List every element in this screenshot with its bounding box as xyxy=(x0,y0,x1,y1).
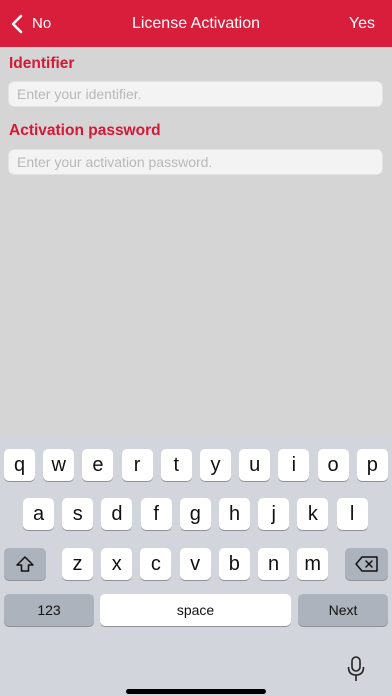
key-e[interactable]: e xyxy=(82,449,114,481)
delete-key[interactable] xyxy=(345,548,388,580)
key-z[interactable]: z xyxy=(62,548,93,580)
key-j[interactable]: j xyxy=(258,498,290,530)
home-indicator xyxy=(126,689,266,694)
confirm-button[interactable]: Yes xyxy=(349,0,375,47)
back-button-label: No xyxy=(32,15,52,32)
key-u[interactable]: u xyxy=(239,449,271,481)
page-title: License Activation xyxy=(131,15,261,32)
key-h[interactable]: h xyxy=(219,498,250,530)
key-s[interactable]: s xyxy=(62,498,94,530)
activation-password-label: Activation password xyxy=(9,122,161,139)
backspace-icon xyxy=(354,556,378,572)
key-v[interactable]: v xyxy=(179,548,211,580)
navigation-bar: No License Activation Yes xyxy=(0,0,392,47)
key-x[interactable]: x xyxy=(101,548,133,580)
key-o[interactable]: o xyxy=(317,449,349,481)
key-c[interactable]: c xyxy=(140,548,172,580)
key-m[interactable]: m xyxy=(297,548,329,580)
key-k[interactable]: k xyxy=(297,498,329,530)
key-t[interactable]: t xyxy=(160,449,192,481)
key-p[interactable]: p xyxy=(356,449,388,481)
key-q[interactable]: q xyxy=(4,449,35,481)
numbers-key[interactable]: 123 xyxy=(4,594,94,626)
keyboard: qwertyuiop asdfghjkl zxcvbnm 123 space N… xyxy=(0,436,392,696)
identifier-label: Identifier xyxy=(9,55,75,72)
key-d[interactable]: d xyxy=(101,498,133,530)
next-key[interactable]: Next xyxy=(298,594,388,626)
key-l[interactable]: l xyxy=(336,498,368,530)
key-i[interactable]: i xyxy=(278,449,310,481)
back-button[interactable]: No xyxy=(10,0,51,47)
shift-icon xyxy=(16,556,34,572)
shift-key[interactable] xyxy=(4,548,46,580)
key-w[interactable]: w xyxy=(43,449,75,481)
key-a[interactable]: a xyxy=(23,498,54,530)
microphone-icon[interactable] xyxy=(346,655,366,683)
key-g[interactable]: g xyxy=(179,498,211,530)
space-key[interactable]: space xyxy=(100,594,291,626)
key-f[interactable]: f xyxy=(140,498,172,530)
key-n[interactable]: n xyxy=(258,548,289,580)
activation-password-input[interactable] xyxy=(8,149,383,175)
key-b[interactable]: b xyxy=(218,548,250,580)
chevron-left-icon xyxy=(11,14,23,33)
key-y[interactable]: y xyxy=(200,449,231,481)
identifier-input[interactable] xyxy=(8,81,383,107)
key-r[interactable]: r xyxy=(121,449,153,481)
